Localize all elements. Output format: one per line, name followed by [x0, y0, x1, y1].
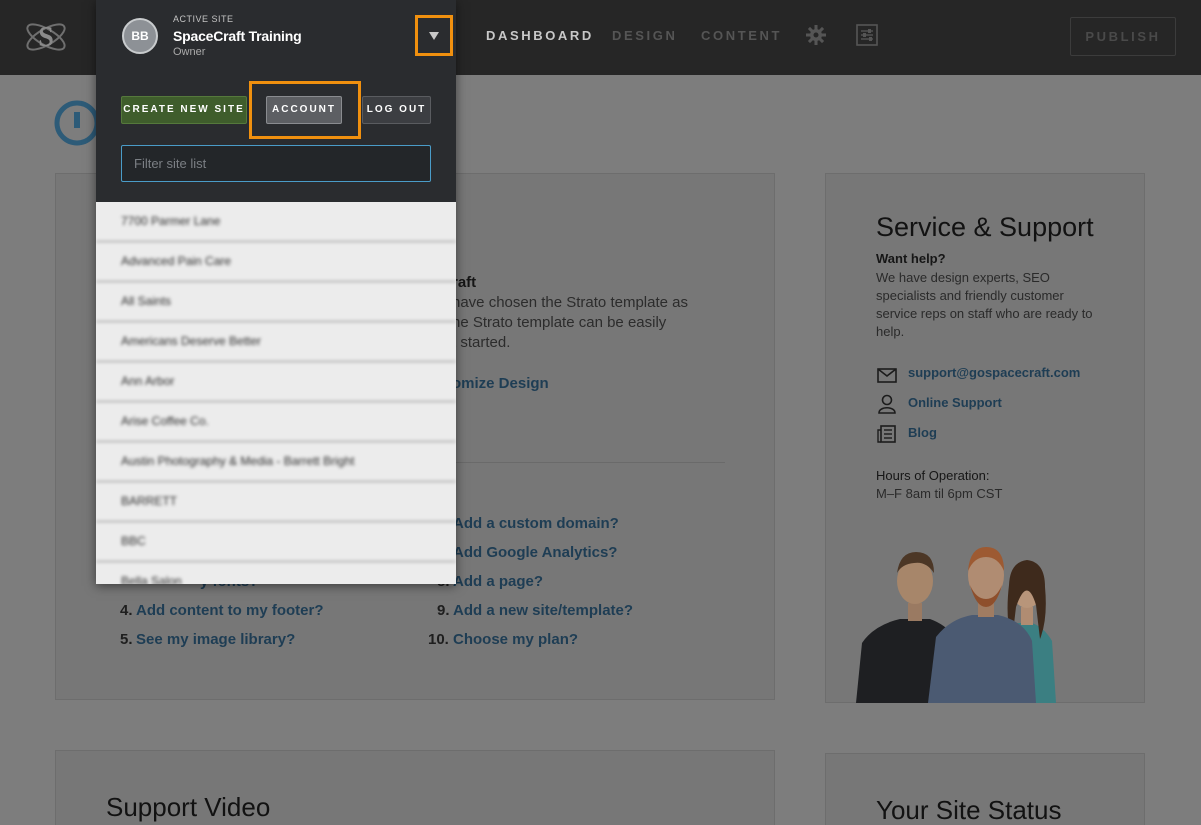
help-line-2: specialists and friendly customer: [876, 288, 1064, 303]
envelope-icon: [877, 368, 897, 383]
question-new-site-link[interactable]: Add a new site/template?: [453, 602, 633, 619]
newspaper-icon: [877, 425, 896, 443]
welcome-line-1: have chosen the Strato template as: [452, 294, 688, 311]
person-icon: [878, 394, 896, 414]
account-highlight: [249, 81, 361, 139]
hours-text: M–F 8am til 6pm CST: [876, 486, 1003, 501]
support-video-title: Support Video: [106, 792, 271, 822]
question-footer-link[interactable]: Add content to my footer?: [136, 602, 324, 619]
log-out-button[interactable]: LOG OUT: [362, 96, 431, 124]
filter-site-list-input[interactable]: [121, 145, 431, 182]
help-line-3: service reps on staff who are ready to: [876, 306, 1093, 321]
support-team-photo: [856, 547, 1056, 703]
site-list-item[interactable]: Austin Photography & Media - Barrett Bri…: [96, 442, 456, 482]
site-list-item[interactable]: Advanced Pain Care: [96, 242, 456, 282]
help-line-1: We have design experts, SEO: [876, 270, 1050, 285]
active-site-label: ACTIVE SITE: [173, 14, 234, 24]
support-title: Service & Support: [876, 212, 1094, 242]
question-number: 4.: [120, 602, 133, 619]
support-email-link[interactable]: support@gospacecraft.com: [908, 365, 1080, 380]
caret-down-icon: [429, 32, 439, 40]
welcome-line-2: he Strato template can be easily: [452, 314, 667, 331]
question-domain-link[interactable]: Add a custom domain?: [453, 515, 619, 532]
create-new-site-button[interactable]: CREATE NEW SITE: [121, 96, 247, 124]
site-list-item[interactable]: Bella Salon: [96, 562, 456, 584]
site-list-item[interactable]: Ann Arbor: [96, 362, 456, 402]
gear-icon[interactable]: [805, 24, 827, 46]
question-number: 9.: [437, 602, 450, 619]
section-divider: [452, 462, 725, 463]
question-page-link[interactable]: Add a page?: [453, 573, 543, 590]
site-list-item[interactable]: Arise Coffee Co.: [96, 402, 456, 442]
avatar: BB: [122, 18, 158, 54]
question-number: 10.: [428, 631, 449, 648]
publish-button[interactable]: PUBLISH: [1070, 17, 1176, 56]
help-line-4: help.: [876, 324, 905, 339]
customize-design-link[interactable]: omize Design: [452, 375, 549, 392]
nav-design[interactable]: DESIGN: [612, 28, 677, 43]
blog-link[interactable]: Blog: [908, 425, 937, 440]
site-list-item[interactable]: BBC: [96, 522, 456, 562]
spacecraft-logo-icon[interactable]: S: [22, 14, 70, 60]
site-list-item[interactable]: 7700 Parmer Lane: [96, 202, 456, 242]
site-status-title: Your Site Status: [876, 795, 1062, 825]
question-number: 5.: [120, 631, 133, 648]
question-plan-link[interactable]: Choose my plan?: [453, 631, 578, 648]
site-list-item[interactable]: Americans Deserve Better: [96, 322, 456, 362]
question-analytics-link[interactable]: Add Google Analytics?: [453, 544, 617, 561]
site-dropdown-toggle[interactable]: [415, 15, 453, 56]
question-image-library-link[interactable]: See my image library?: [136, 631, 295, 648]
svg-text:S: S: [38, 22, 54, 53]
site-list-item[interactable]: All Saints: [96, 282, 456, 322]
site-list-item[interactable]: BARRETT: [96, 482, 456, 522]
gauge-icon: [54, 100, 100, 146]
active-site-name: SpaceCraft Training: [173, 28, 302, 44]
site-list: 7700 Parmer Lane Advanced Pain Care All …: [96, 202, 456, 584]
help-heading: Want help?: [876, 251, 946, 266]
nav-content[interactable]: CONTENT: [701, 28, 782, 43]
site-switcher-dropdown: BB ACTIVE SITE SpaceCraft Training Owner…: [96, 0, 456, 584]
nav-dashboard[interactable]: DASHBOARD: [486, 28, 594, 43]
online-support-link[interactable]: Online Support: [908, 395, 1002, 410]
sliders-icon[interactable]: [856, 24, 878, 46]
user-role: Owner: [173, 46, 206, 58]
hours-heading: Hours of Operation:: [876, 468, 990, 483]
welcome-line-3: t started.: [452, 334, 511, 351]
